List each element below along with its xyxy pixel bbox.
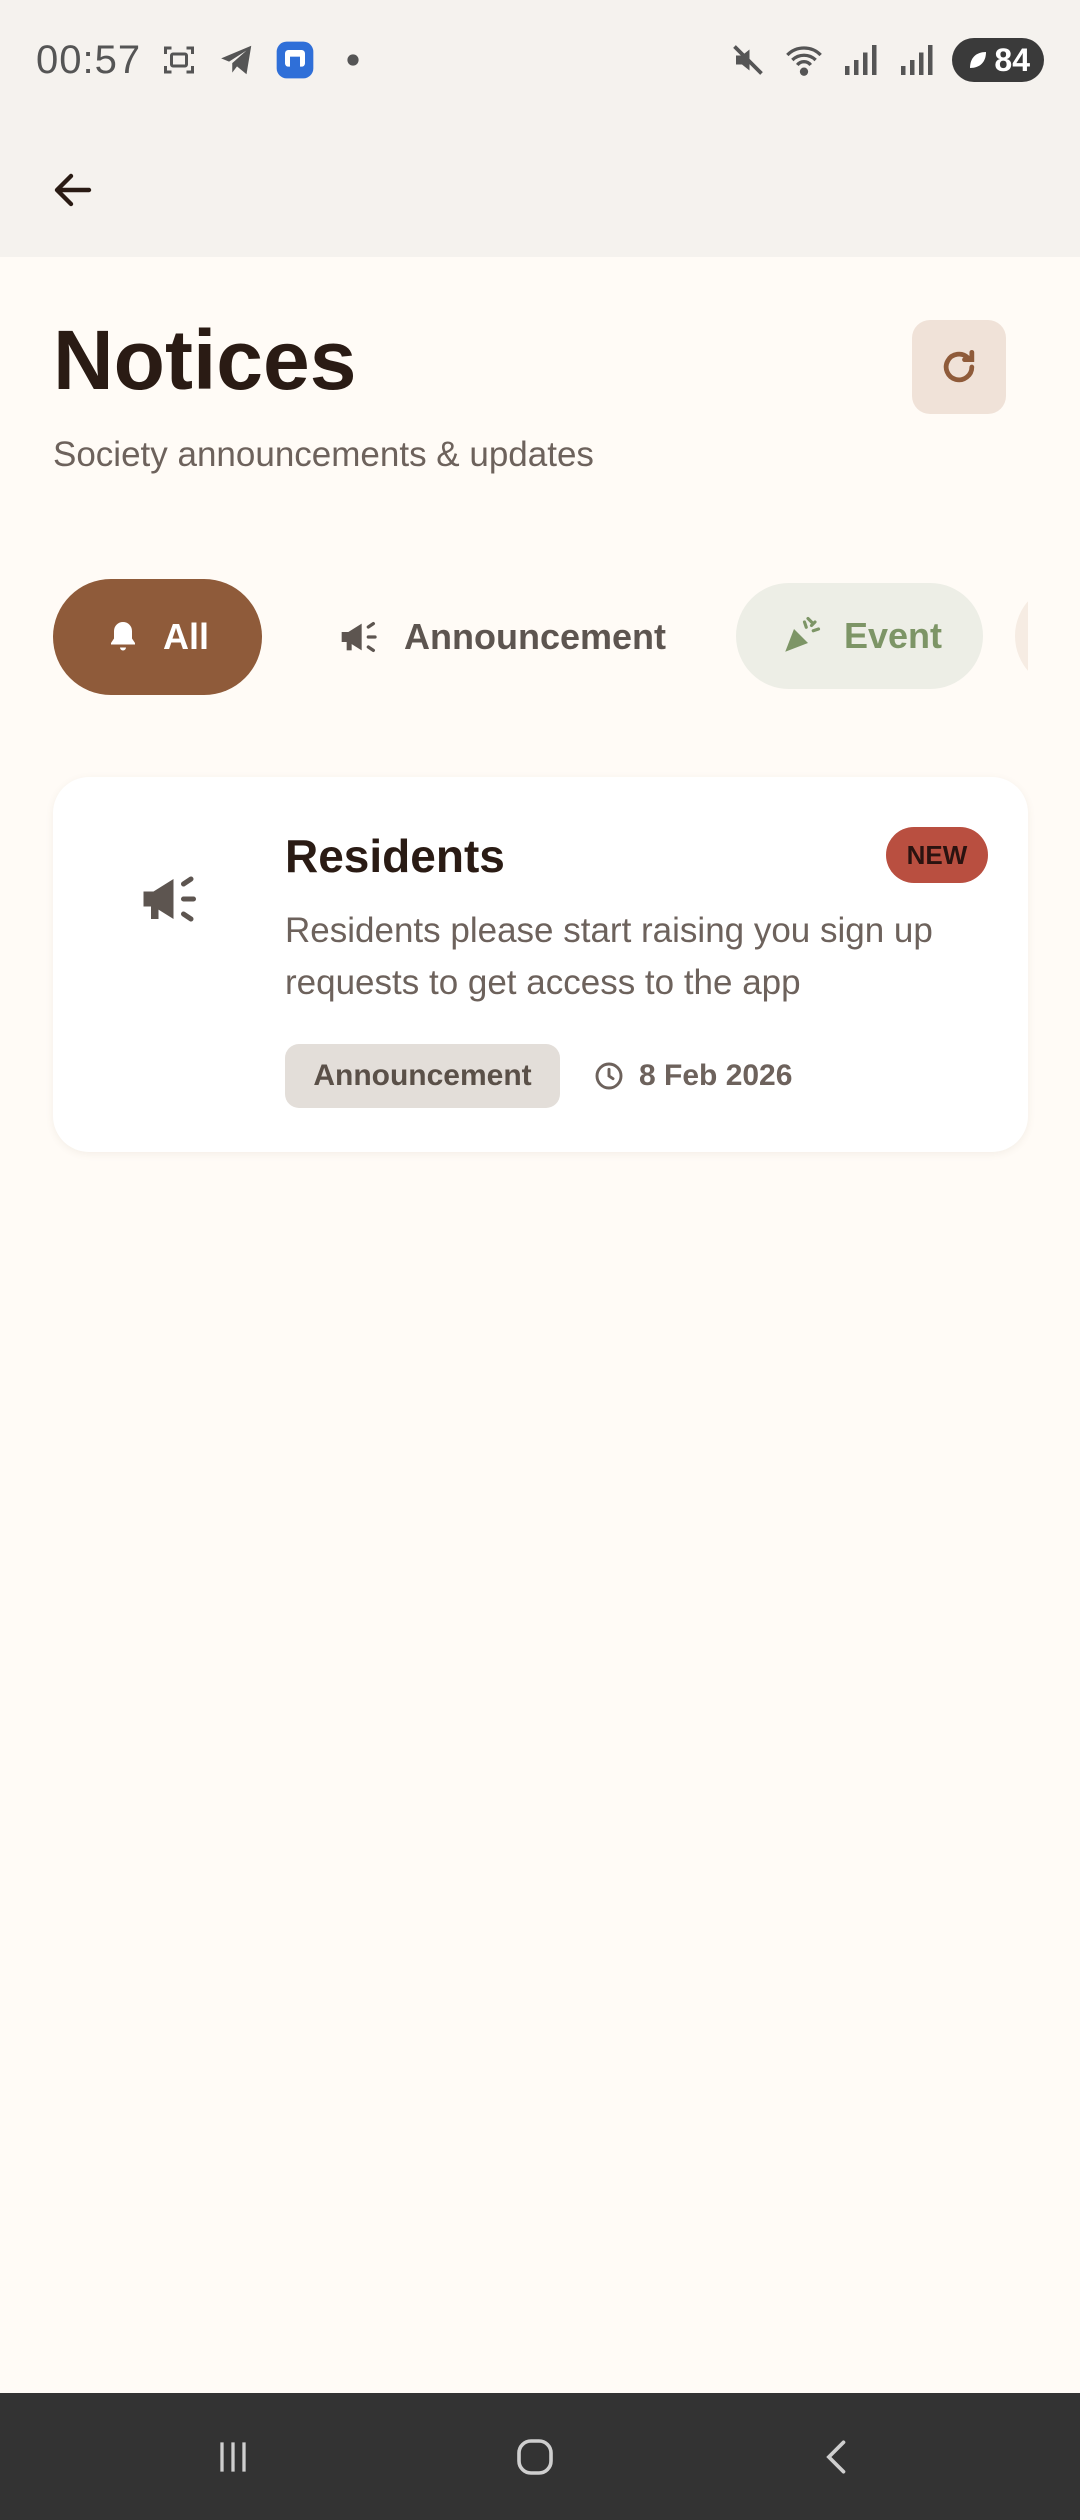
notice-card[interactable]: Residents NEW Residents please start rai… <box>53 777 1028 1152</box>
home-button[interactable] <box>465 2415 605 2499</box>
filter-chip-label: Announcement <box>404 616 667 657</box>
mute-icon <box>728 40 768 80</box>
battery-icon <box>970 52 987 68</box>
app-notification-icon <box>275 40 315 80</box>
notice-date: 8 Feb 2026 <box>593 1044 792 1108</box>
filter-chip-more[interactable] <box>1015 583 1028 689</box>
category-tag: Announcement <box>285 1044 560 1108</box>
megaphone-icon <box>341 622 377 652</box>
refresh-button[interactable] <box>912 320 1006 414</box>
bell-icon <box>111 622 135 651</box>
signal-icon <box>896 40 936 80</box>
home-icon <box>517 2439 553 2475</box>
status-time: 00:57 <box>36 37 142 82</box>
signal-icon <box>840 40 880 80</box>
filter-chips: All Announcement Event <box>53 577 1028 697</box>
filter-chip-event[interactable]: Event <box>736 583 983 689</box>
app-bar <box>0 120 1080 257</box>
filter-chip-label: All <box>163 616 210 657</box>
notice-body: Residents please start raising you sign … <box>285 911 933 1002</box>
telegram-icon <box>217 40 257 80</box>
party-popper-icon <box>785 616 821 652</box>
arrow-left-icon <box>54 173 92 207</box>
new-badge: NEW <box>886 827 988 883</box>
clock-icon <box>595 1062 623 1090</box>
more-dot-icon <box>333 40 373 80</box>
system-nav-bar <box>0 2393 1080 2520</box>
back-button[interactable] <box>38 155 108 225</box>
notice-title: Residents <box>285 830 505 882</box>
refresh-icon <box>943 349 975 383</box>
filter-chip-label: Event <box>844 615 943 656</box>
screenshot-icon <box>159 40 199 80</box>
page-subtitle: Society announcements & updates <box>53 435 594 474</box>
recents-icon <box>220 2442 246 2472</box>
filter-chip-announcement[interactable]: Announcement <box>318 579 668 695</box>
filter-chip-all[interactable]: All <box>53 579 262 695</box>
nav-back-button[interactable] <box>768 2415 908 2499</box>
notice-date-text: 8 Feb 2026 <box>639 1059 793 1092</box>
page-title: Notices <box>53 313 357 407</box>
back-icon <box>826 2440 846 2474</box>
notices-screen: Notices Society announcements & updates … <box>0 257 1080 2393</box>
wifi-icon <box>784 40 824 80</box>
battery-indicator: 84 <box>952 38 1044 82</box>
recents-button[interactable] <box>163 2415 303 2499</box>
battery-level: 84 <box>994 41 1030 78</box>
status-bar: 00:57 84 <box>0 0 1080 120</box>
megaphone-icon <box>131 859 211 939</box>
